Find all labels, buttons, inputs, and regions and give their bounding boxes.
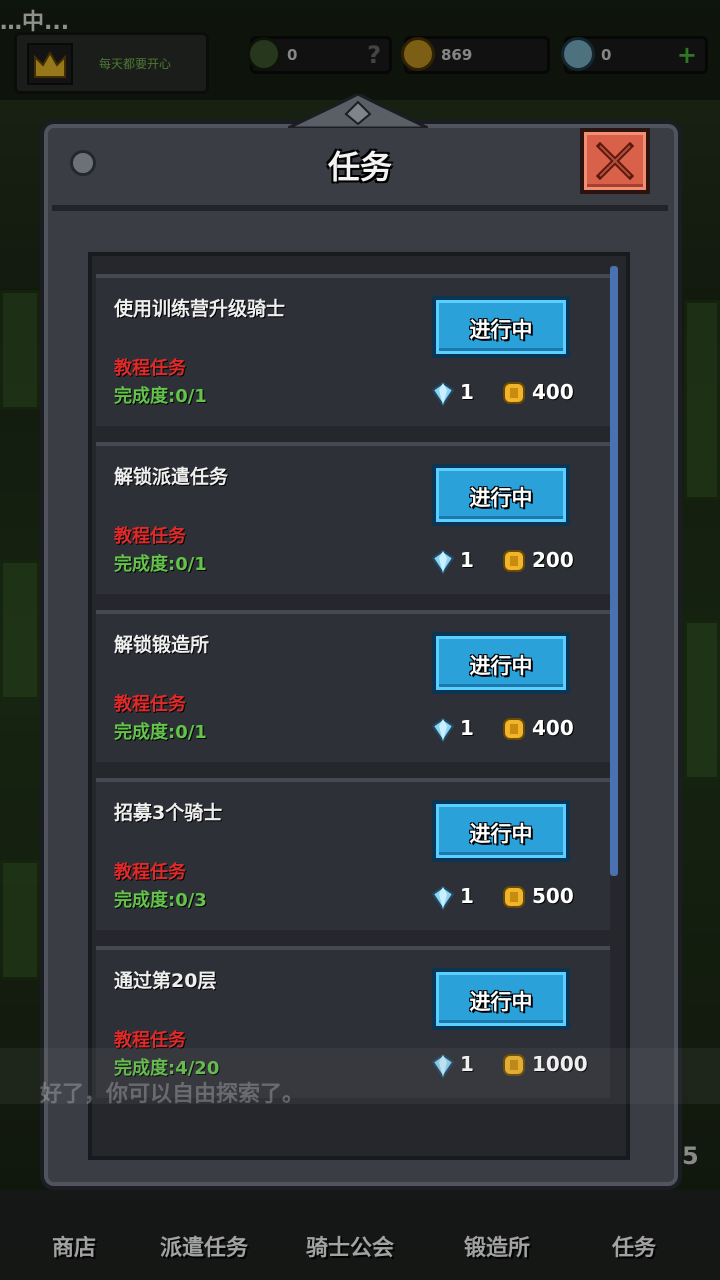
dialogue-text: 好了，你可以自由探索了。	[40, 1082, 305, 1107]
close-button[interactable]	[580, 128, 650, 194]
gold-coin-icon	[503, 718, 525, 740]
nav-badge: 5	[682, 1142, 699, 1170]
gem-reward: 1	[460, 716, 474, 740]
gem-reward: 1	[460, 884, 474, 908]
quest-status-label: 进行中	[469, 654, 533, 678]
quest-status-label: 进行中	[469, 990, 533, 1014]
gem-reward: 1	[460, 548, 474, 572]
quest-progress: 完成度:0/1	[114, 554, 207, 575]
gem-icon	[432, 718, 454, 742]
quest-status-label: 进行中	[469, 486, 533, 510]
quest-status-button[interactable]: 进行中	[432, 296, 570, 358]
gold-reward: 400	[532, 380, 574, 404]
quest-status-button[interactable]: 进行中	[432, 968, 570, 1030]
gold-reward: 200	[532, 548, 574, 572]
quest-status-button[interactable]: 进行中	[432, 632, 570, 694]
quest-list-scrollbar[interactable]	[610, 266, 618, 876]
nav-quests[interactable]: 任务	[612, 1230, 656, 1262]
quest-progress: 完成度:0/1	[114, 386, 207, 407]
gold-reward: 500	[532, 884, 574, 908]
gem-icon	[432, 382, 454, 406]
quest-progress: 完成度:0/1	[114, 722, 207, 743]
quest-tag: 教程任务	[114, 862, 186, 883]
quest-name: 解锁派遣任务	[114, 466, 229, 488]
game-screen: { "hud": { "status_text": "\u2026\u4e2d.…	[0, 0, 720, 1280]
gold-coin-icon	[503, 550, 525, 572]
quest-card: 招募3个骑士 教程任务 完成度:0/3 进行中 1 500	[96, 778, 610, 930]
nav-forge[interactable]: 锻造所	[464, 1230, 530, 1262]
gem-reward: 1	[460, 380, 474, 404]
quest-tag: 教程任务	[114, 358, 186, 379]
quest-card: 解锁锻造所 教程任务 完成度:0/1 进行中 1 400	[96, 610, 610, 762]
nav-dispatch[interactable]: 派遣任务	[160, 1230, 248, 1262]
gem-icon	[432, 886, 454, 910]
quest-card: 解锁派遣任务 教程任务 完成度:0/1 进行中 1 200	[96, 442, 610, 594]
quest-tag: 教程任务	[114, 694, 186, 715]
quest-name: 使用训练营升级骑士	[114, 298, 286, 320]
panel-ornament-icon	[288, 94, 428, 128]
gold-coin-icon	[503, 382, 525, 404]
close-icon	[596, 142, 634, 180]
quest-status-label: 进行中	[469, 822, 533, 846]
gem-icon	[432, 550, 454, 574]
quest-progress: 完成度:0/3	[114, 890, 207, 911]
quest-status-button[interactable]: 进行中	[432, 800, 570, 862]
nav-shop[interactable]: 商店	[52, 1230, 96, 1262]
quest-tag: 教程任务	[114, 526, 186, 547]
quest-name: 解锁锻造所	[114, 634, 210, 656]
gold-reward: 400	[532, 716, 574, 740]
gold-coin-icon	[503, 886, 525, 908]
quest-name: 通过第20层	[114, 970, 217, 992]
quest-status-button[interactable]: 进行中	[432, 464, 570, 526]
quest-status-label: 进行中	[469, 318, 533, 342]
panel-divider	[52, 205, 668, 211]
quest-card: 使用训练营升级骑士 教程任务 完成度:0/1 进行中 1 400	[96, 274, 610, 426]
quest-name: 招募3个骑士	[114, 802, 223, 824]
nav-knight-guild[interactable]: 骑士公会	[306, 1230, 394, 1262]
